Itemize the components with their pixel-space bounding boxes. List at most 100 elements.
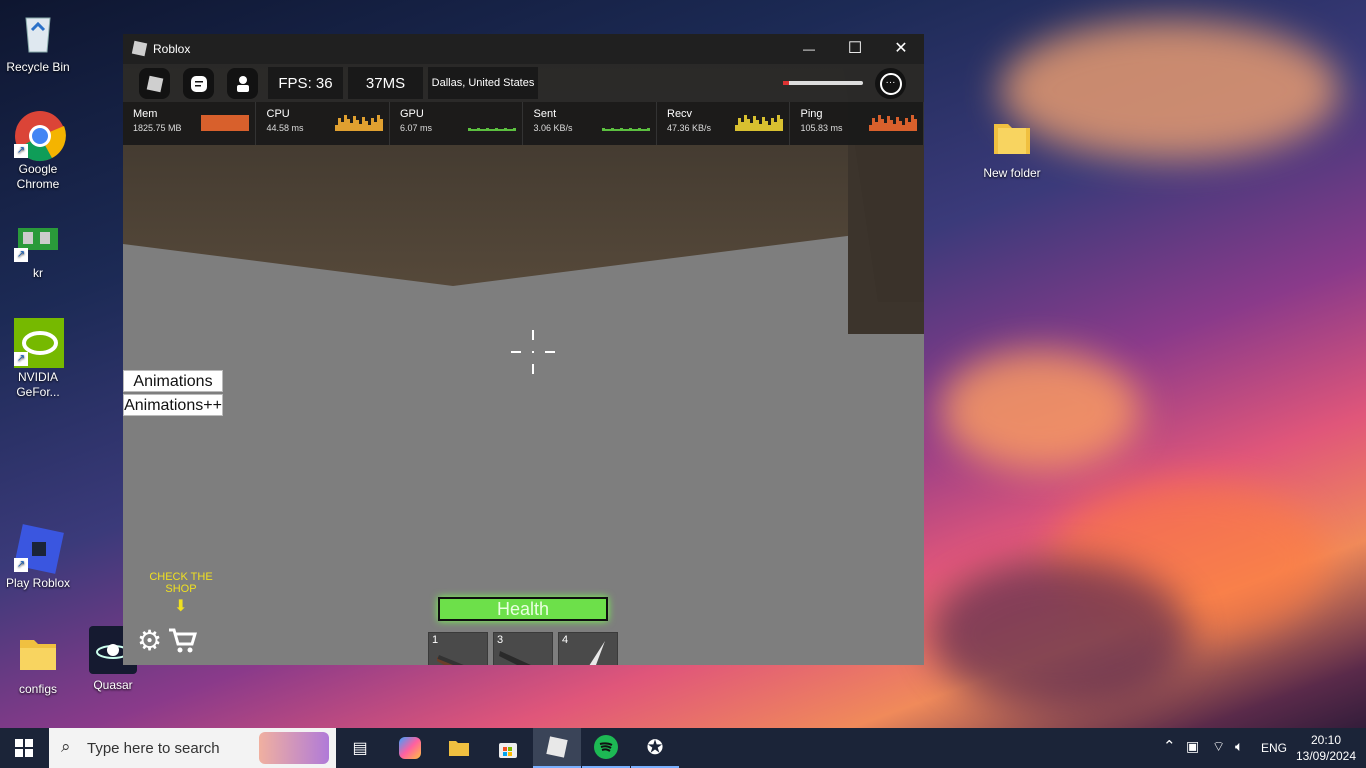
starred-app-button[interactable]: ✪: [631, 728, 679, 768]
hotbar-slot-4[interactable]: 4: [558, 632, 618, 665]
roblox-logo-icon: [131, 40, 148, 57]
chat-icon: [190, 75, 207, 92]
ping-counter: 37MS: [348, 67, 423, 99]
stat-name: CPU: [266, 108, 290, 120]
copilot-button[interactable]: [386, 728, 434, 768]
gear-icon: ⚙: [137, 625, 163, 656]
avatar-icon: [236, 75, 249, 92]
search-box[interactable]: ⌕ Type here to search: [49, 728, 336, 768]
minimize-button[interactable]: —: [786, 34, 832, 64]
file-explorer-button[interactable]: [435, 728, 483, 768]
star-icon: ✪: [646, 736, 664, 759]
stat-value: 3.06 KB/s: [533, 123, 573, 133]
stat-sent: Sent 3.06 KB/s: [524, 102, 657, 145]
search-icon: ⌕: [61, 737, 71, 756]
task-view-icon: ▤: [352, 740, 368, 757]
folder-icon: [14, 630, 62, 678]
shortcut-arrow-icon: ↗: [14, 248, 28, 262]
desktop-icon-nvidia[interactable]: ↗ NVIDIA GeFor...: [0, 318, 76, 400]
settings-button[interactable]: ⚙: [137, 627, 162, 655]
chat-button[interactable]: [183, 68, 214, 99]
roblox-menu-button[interactable]: [139, 68, 170, 99]
chevron-up-icon[interactable]: ⌃: [1163, 737, 1176, 755]
hotbar-slot-1[interactable]: 1: [428, 632, 488, 665]
knife-icon: [589, 641, 605, 665]
task-view-button[interactable]: ▤: [336, 728, 384, 768]
search-highlight-icon: [259, 732, 329, 764]
stat-name: Sent: [533, 108, 557, 120]
revolver-icon: [437, 655, 465, 665]
stat-name: GPU: [400, 108, 424, 120]
ram-icon: ↗: [14, 214, 62, 262]
language-indicator[interactable]: ENG: [1261, 741, 1287, 755]
windows-logo-icon: [15, 739, 33, 757]
recycle-bin-icon: [14, 8, 62, 56]
spotify-button[interactable]: [582, 728, 630, 768]
hotbar-slot-3[interactable]: 3: [493, 632, 553, 665]
stat-graph: [334, 115, 383, 131]
game-viewport[interactable]: FPS: 36 37MS Dallas, United States ··· M…: [123, 64, 924, 665]
desktop-icon-kr[interactable]: ↗ kr: [0, 214, 76, 281]
store-icon: [499, 743, 517, 758]
health-bar: Health: [438, 597, 608, 621]
performance-stats-bar: Mem 1825.75 MB CPU 44.58 ms GPU 6.07 ms Sent 3.…: [123, 102, 924, 145]
start-button[interactable]: [0, 728, 48, 768]
shortcut-arrow-icon: ↗: [14, 558, 28, 572]
roblox-taskbar-button[interactable]: [533, 728, 581, 768]
cart-icon: [169, 628, 198, 653]
volume-slider[interactable]: [783, 81, 863, 85]
shotgun-icon: [499, 651, 531, 665]
roblox-studio-icon: ↗: [14, 524, 64, 574]
server-location: Dallas, United States: [428, 67, 538, 99]
roblox-window: Roblox — ☐ ✕ FPS: 36 37MS Dallas, United…: [123, 34, 924, 665]
stat-mem: Mem 1825.75 MB: [123, 102, 256, 145]
stat-graph: [868, 115, 917, 131]
stat-value: 105.83 ms: [800, 123, 843, 133]
health-label: Health: [496, 599, 550, 619]
meet-now-icon[interactable]: ▣: [1186, 738, 1199, 755]
desktop-icon-play-roblox[interactable]: ↗ Play Roblox: [0, 524, 76, 591]
chrome-icon: ↗: [14, 110, 66, 162]
shop-button[interactable]: [167, 626, 198, 661]
stat-recv: Recv 47.36 KB/s: [657, 102, 790, 145]
down-arrow-icon: ⬇: [174, 598, 188, 615]
desktop-icon-new-folder[interactable]: New folder: [974, 114, 1050, 181]
clock[interactable]: 20:10 13/09/2024: [1294, 732, 1358, 764]
desktop-icon-configs[interactable]: configs: [0, 630, 76, 697]
desktop-icon-chrome[interactable]: ↗ Google Chrome: [0, 110, 76, 192]
search-placeholder: Type here to search: [87, 740, 220, 757]
shortcut-arrow-icon: ↗: [14, 144, 28, 158]
stat-value: 6.07 ms: [400, 123, 433, 133]
more-options-button[interactable]: ···: [875, 68, 906, 99]
wifi-icon[interactable]: ⌔: [1212, 738, 1225, 756]
stat-graph: [601, 128, 650, 131]
folder-icon: [449, 741, 469, 756]
stat-graph: [468, 128, 516, 131]
nvidia-icon: ↗: [14, 318, 64, 368]
animations-button[interactable]: Animations: [123, 370, 223, 392]
maximize-button[interactable]: ☐: [832, 34, 878, 64]
stat-value: 1825.75 MB: [133, 123, 182, 133]
stat-ping: Ping 105.83 ms: [791, 102, 924, 145]
more-icon: ···: [879, 72, 902, 95]
roblox-topbar: FPS: 36 37MS Dallas, United States ···: [123, 64, 924, 102]
window-titlebar[interactable]: Roblox — ☐ ✕: [123, 34, 924, 64]
shortcut-arrow-icon: ↗: [14, 352, 28, 366]
stat-graph: [201, 115, 249, 131]
close-button[interactable]: ✕: [878, 34, 924, 64]
clock-time: 20:10: [1310, 733, 1342, 747]
stat-cpu: CPU 44.58 ms: [257, 102, 390, 145]
stat-value: 47.36 KB/s: [667, 123, 712, 133]
stat-name: Ping: [800, 108, 823, 120]
copilot-icon: [399, 737, 421, 759]
stat-name: Recv: [667, 108, 693, 120]
desktop-icon-recycle-bin[interactable]: Recycle Bin: [0, 8, 76, 75]
stat-gpu: GPU 6.07 ms: [390, 102, 523, 145]
stat-graph: [735, 115, 783, 131]
fps-counter: FPS: 36: [268, 67, 343, 99]
animations-plus-button[interactable]: Animations++: [123, 394, 223, 416]
microsoft-store-button[interactable]: [484, 728, 532, 768]
volume-icon[interactable]: 🔈︎: [1235, 738, 1243, 755]
clock-date: 13/09/2024: [1295, 749, 1357, 763]
avatar-button[interactable]: [227, 68, 258, 99]
